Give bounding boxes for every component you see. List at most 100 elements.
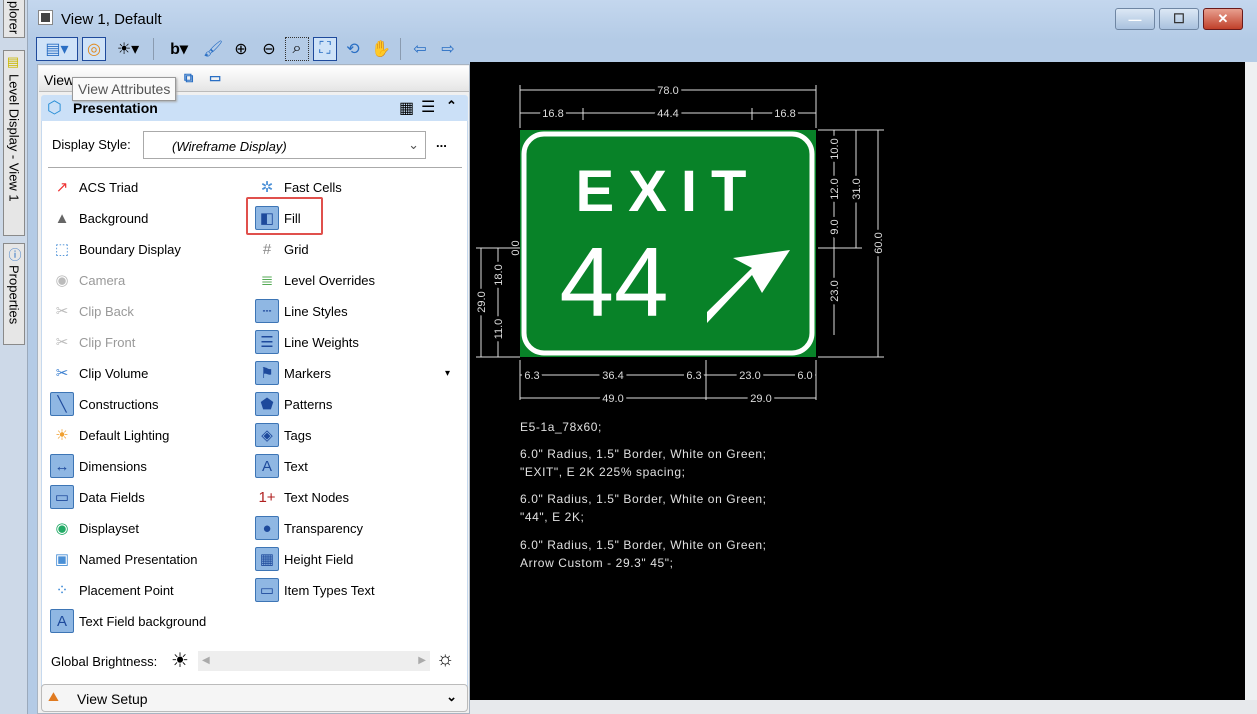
presentation-item-markers[interactable]: ⚑ Markers ▾ (255, 360, 450, 386)
view-toolbar: ▤▾ ◎ ☀▾ b▾ 🖌 ⊕ ⊖ ⌕ ⛶ ⟲ ✋ ⇦ ⇨ (36, 36, 460, 62)
presentation-item-label: Background (79, 210, 149, 226)
presentation-item-item-types-text[interactable]: ▭ Item Types Text (255, 577, 375, 603)
side-tab-level-display[interactable]: ▤ Level Display - View 1 (3, 50, 25, 236)
presentation-item-label: Clip Back (79, 303, 134, 319)
fit-view-button[interactable]: ⛶ (313, 37, 337, 61)
level-overrides-icon: ≣ (260, 272, 274, 289)
presentation-item-default-lighting[interactable]: ☀ Default Lighting (50, 422, 169, 448)
dim-label: 29.0 (750, 393, 771, 405)
view-setup-icon: ⛰ (48, 689, 59, 704)
presentation-item-tags[interactable]: ◈ Tags (255, 422, 311, 448)
display-style-button[interactable]: ◎ (82, 37, 106, 61)
presentation-item-data-fields[interactable]: ▭ Data Fields (50, 484, 145, 510)
list-view-icon[interactable]: ☰ (421, 97, 435, 117)
bing-maps-button[interactable]: b▾ (161, 37, 197, 61)
presentation-item-placement-point[interactable]: ⁘ Placement Point (50, 577, 174, 603)
copy-view-icon[interactable]: ⧉ (184, 70, 193, 86)
side-tab-properties[interactable]: ⓘ Properties (3, 243, 25, 345)
side-tab-explorer[interactable]: plorer (3, 0, 25, 38)
tooltip: View Attributes (72, 77, 177, 101)
dropdown-arrow-icon[interactable]: ▾ (445, 368, 450, 379)
view-attributes-button[interactable]: ▤▾ (36, 37, 78, 61)
markers-icon: ⚑ (255, 361, 279, 385)
zoom-out-icon: ⊖ (262, 41, 276, 58)
presentation-item-level-overrides[interactable]: ≣ Level Overrides (255, 267, 375, 293)
minimize-button[interactable]: — (1115, 8, 1155, 30)
dim-label: 49.0 (602, 393, 623, 405)
text-nodes-icon: 1+ (258, 488, 276, 506)
collapse-icon[interactable]: ⌃ (446, 98, 457, 114)
chevron-down-icon: ⌄ (408, 137, 419, 152)
presentation-item-clip-front[interactable]: ✂ Clip Front (50, 329, 136, 355)
presentation-item-label: Boundary Display (79, 241, 181, 257)
close-button[interactable]: ✕ (1203, 8, 1243, 30)
presentation-item-text-nodes[interactable]: 1+ Text Nodes (255, 484, 349, 510)
background-icon: ▲ (54, 209, 70, 227)
slider-right-icon[interactable]: ▶ (418, 655, 426, 666)
level-display-icon: ▤ (6, 55, 22, 70)
horizontal-scrollbar[interactable] (470, 700, 1257, 714)
toolbar-divider (400, 38, 401, 60)
presentation-item-label: ACS Triad (79, 179, 139, 195)
slider-left-icon[interactable]: ◀ (202, 655, 210, 666)
presentation-item-clip-back[interactable]: ✂ Clip Back (50, 298, 134, 324)
presentation-item-label: Clip Front (79, 334, 136, 350)
transparency-icon: ● (255, 516, 279, 540)
presentation-item-named-presentation[interactable]: ▣ Named Presentation (50, 546, 198, 572)
dim-label: 44.4 (657, 108, 678, 120)
zoom-out-button[interactable]: ⊖ (257, 37, 281, 61)
acs-triad-icon: ↗ (55, 179, 69, 196)
previous-view-button[interactable]: ⇦ (408, 37, 432, 61)
boundary-display-icon: ⬚ (54, 241, 70, 258)
view-canvas[interactable]: EXIT 44 78.0 16.8 44.4 16.8 10.0 12.0 9.… (470, 62, 1245, 700)
next-view-button[interactable]: ⇨ (436, 37, 460, 61)
view-setup-header[interactable]: ⛰ View Setup ⌄ (41, 684, 468, 712)
presentation-item-line-weights[interactable]: ☰ Line Weights (255, 329, 359, 355)
sign-drawing: EXIT 44 78.0 16.8 44.4 16.8 10.0 12.0 9.… (473, 82, 888, 408)
data-fields-icon: ▭ (50, 485, 74, 509)
presentation-item-line-styles[interactable]: ┄ Line Styles (255, 298, 348, 324)
dim-label: 12.0 (829, 178, 841, 199)
patterns-icon: ⬟ (255, 392, 279, 416)
dim-label: 6.3 (686, 370, 701, 382)
lighting-button[interactable]: ☀▾ (110, 37, 146, 61)
pan-view-button[interactable]: ✋ (369, 37, 393, 61)
minimize-icon: — (1128, 11, 1142, 27)
update-view-button[interactable]: 🖌 (201, 37, 225, 61)
global-brightness-slider[interactable]: ◀ ▶ (198, 651, 430, 671)
camera-icon: ◉ (55, 272, 69, 289)
new-view-icon[interactable]: ▭ (209, 70, 221, 86)
window-area-button[interactable]: ⌕ (285, 37, 309, 61)
view-setup-label: View Setup (77, 691, 148, 707)
presentation-item-acs-triad[interactable]: ↗ ACS Triad (50, 174, 139, 200)
presentation-item-constructions[interactable]: ╲ Constructions (50, 391, 158, 417)
rotate-view-button[interactable]: ⟲ (341, 37, 365, 61)
presentation-item-camera[interactable]: ◉ Camera (50, 267, 125, 293)
presentation-item-dimensions[interactable]: ↔ Dimensions (50, 453, 147, 479)
dim-label: 16.8 (774, 108, 795, 120)
presentation-item-label: Tags (284, 427, 312, 443)
note-line: 6.0" Radius, 1.5" Border, White on Green… (520, 492, 767, 506)
presentation-item-background[interactable]: ▲ Background (50, 205, 149, 231)
zoom-in-icon: ⊕ (234, 41, 248, 58)
maximize-button[interactable]: ☐ (1159, 8, 1199, 30)
vertical-scrollbar[interactable] (1245, 62, 1257, 714)
presentation-item-grid[interactable]: # Grid (255, 236, 309, 262)
presentation-item-transparency[interactable]: ● Transparency (255, 515, 363, 541)
note-line: 6.0" Radius, 1.5" Border, White on Green… (520, 538, 767, 552)
presentation-item-patterns[interactable]: ⬟ Patterns (255, 391, 332, 417)
presentation-item-text-field-background[interactable]: A Text Field background (50, 608, 206, 634)
presentation-item-displayset[interactable]: ◉ Displayset (50, 515, 139, 541)
presentation-item-clip-volume[interactable]: ✂ Clip Volume (50, 360, 149, 386)
display-style-select[interactable]: (Wireframe Display) ⌄ (143, 131, 426, 159)
more-button[interactable]: ... (436, 135, 447, 150)
side-tab-label: plorer (6, 1, 22, 35)
presentation-item-height-field[interactable]: ▦ Height Field (255, 546, 353, 572)
grid-view-icon[interactable]: ▦ (399, 98, 414, 118)
view-attributes-icon: ▤▾ (45, 41, 69, 58)
zoom-in-button[interactable]: ⊕ (229, 37, 253, 61)
presentation-item-text[interactable]: A Text (255, 453, 308, 479)
placement-point-icon: ⁘ (55, 582, 69, 599)
presentation-item-boundary-display[interactable]: ⬚ Boundary Display (50, 236, 181, 262)
sign-number-text: 44 (559, 227, 668, 337)
